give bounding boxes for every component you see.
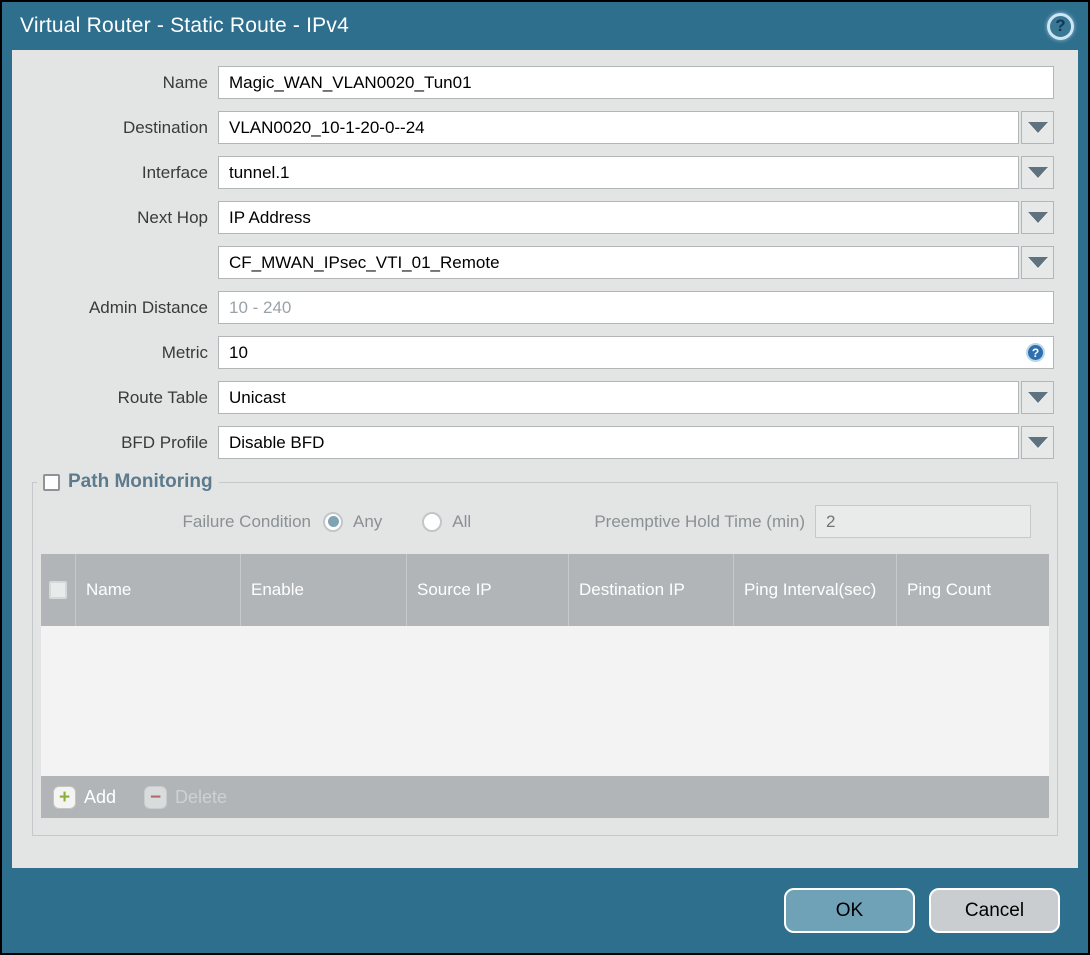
chevron-down-icon xyxy=(1027,122,1048,133)
chevron-down-icon xyxy=(1027,392,1048,403)
next-hop-row: Next Hop xyxy=(12,201,1054,234)
radio-any[interactable] xyxy=(323,511,343,532)
cancel-button[interactable]: Cancel xyxy=(929,888,1060,933)
help-icon[interactable]: ? xyxy=(1047,12,1074,40)
name-input[interactable] xyxy=(218,66,1054,99)
next-hop-dropdown-button[interactable] xyxy=(1021,201,1054,234)
route-table-row: Route Table xyxy=(12,381,1054,414)
delete-button[interactable]: − Delete xyxy=(144,785,228,809)
path-monitoring-title: Path Monitoring xyxy=(68,471,213,492)
interface-dropdown-button[interactable] xyxy=(1021,156,1054,189)
radio-all[interactable] xyxy=(422,511,443,532)
select-all-cell xyxy=(41,554,75,626)
chevron-down-icon xyxy=(1027,437,1048,448)
column-header-enable[interactable]: Enable xyxy=(240,554,406,626)
interface-input[interactable] xyxy=(218,156,1019,189)
table-footer: + Add − Delete xyxy=(41,776,1049,818)
next-hop-address-dropdown-button[interactable] xyxy=(1021,246,1054,279)
preemptive-hold-label: Preemptive Hold Time (min) xyxy=(594,511,805,531)
metric-row: Metric ? xyxy=(12,336,1054,369)
column-header-name[interactable]: Name xyxy=(75,554,240,626)
next-hop-label: Next Hop xyxy=(137,207,208,227)
bfd-profile-input[interactable] xyxy=(218,426,1019,459)
interface-label: Interface xyxy=(141,162,208,182)
destination-dropdown-button[interactable] xyxy=(1021,111,1054,144)
delete-button-label: Delete xyxy=(175,786,228,807)
admin-distance-input[interactable] xyxy=(218,291,1054,324)
next-hop-address-input[interactable] xyxy=(218,246,1019,279)
path-monitoring-legend: Path Monitoring xyxy=(37,471,219,493)
route-table-input[interactable] xyxy=(218,381,1019,414)
column-header-ping-count[interactable]: Ping Count xyxy=(896,554,1049,626)
failure-condition-radio-group: Any All xyxy=(323,511,511,532)
route-table-label: Route Table xyxy=(117,387,208,407)
table-body-empty xyxy=(41,626,1049,776)
bfd-profile-row: BFD Profile xyxy=(12,426,1054,459)
column-header-ping-interval[interactable]: Ping Interval(sec) xyxy=(733,554,896,626)
failure-condition-row: Failure Condition Any All Preemptive Hol… xyxy=(33,505,1031,538)
admin-distance-row: Admin Distance xyxy=(12,291,1054,324)
table-header: Name Enable Source IP Destination IP Pin… xyxy=(41,554,1049,626)
radio-option-all: All xyxy=(422,511,472,532)
column-header-destination-ip[interactable]: Destination IP xyxy=(568,554,733,626)
bfd-profile-dropdown-button[interactable] xyxy=(1021,426,1054,459)
destination-input[interactable] xyxy=(218,111,1019,144)
dialog-footer: OK Cancel xyxy=(2,868,1088,953)
preemptive-hold-input[interactable] xyxy=(815,505,1031,538)
title-bar: Virtual Router - Static Route - IPv4 ? xyxy=(2,2,1088,50)
route-table-dropdown-button[interactable] xyxy=(1021,381,1054,414)
static-route-dialog: Virtual Router - Static Route - IPv4 ? N… xyxy=(0,0,1090,955)
plus-icon: + xyxy=(53,785,76,809)
metric-input[interactable] xyxy=(218,336,1054,369)
chevron-down-icon xyxy=(1027,257,1048,268)
path-monitoring-checkbox[interactable] xyxy=(43,473,60,491)
chevron-down-icon xyxy=(1027,167,1048,178)
add-button[interactable]: + Add xyxy=(53,785,117,809)
destination-row: Destination xyxy=(12,111,1054,144)
chevron-down-icon xyxy=(1027,212,1048,223)
name-label: Name xyxy=(162,72,208,92)
add-button-label: Add xyxy=(84,786,117,807)
minus-icon: − xyxy=(144,785,168,809)
select-all-checkbox[interactable] xyxy=(49,581,67,599)
radio-any-label: Any xyxy=(353,511,383,531)
interface-row: Interface xyxy=(12,156,1054,189)
dialog-title: Virtual Router - Static Route - IPv4 xyxy=(20,14,349,37)
path-monitoring-table: Name Enable Source IP Destination IP Pin… xyxy=(41,554,1049,818)
next-hop-address-row xyxy=(12,246,1054,279)
failure-condition-label: Failure Condition xyxy=(182,511,311,531)
column-header-source-ip[interactable]: Source IP xyxy=(406,554,568,626)
path-monitoring-group: Path Monitoring Failure Condition Any Al… xyxy=(32,471,1058,836)
destination-label: Destination xyxy=(122,117,208,137)
next-hop-type-input[interactable] xyxy=(218,201,1019,234)
admin-distance-label: Admin Distance xyxy=(88,297,208,317)
ok-button[interactable]: OK xyxy=(784,888,915,933)
radio-option-any: Any xyxy=(323,511,383,532)
preemptive-hold-group: Preemptive Hold Time (min) xyxy=(594,505,1031,538)
metric-label: Metric xyxy=(161,342,208,362)
radio-selected-dot xyxy=(327,516,339,527)
dialog-body: Name Destination Interface xyxy=(12,50,1078,868)
radio-all-label: All xyxy=(452,511,472,531)
bfd-profile-label: BFD Profile xyxy=(121,432,208,452)
metric-help-icon[interactable]: ? xyxy=(1026,343,1045,362)
name-row: Name xyxy=(12,66,1054,99)
